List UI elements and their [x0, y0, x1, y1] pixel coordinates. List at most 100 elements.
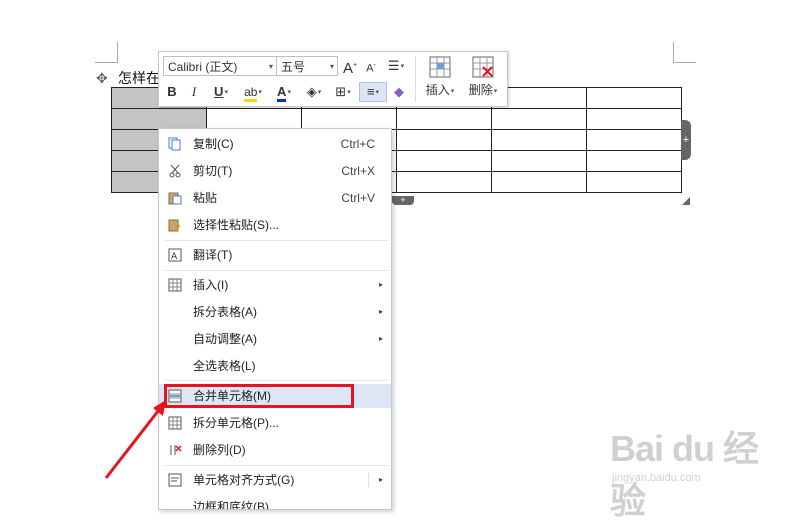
menu-item-label: 自动调整(A): [193, 332, 257, 346]
chevron-down-icon: ▾: [287, 88, 291, 96]
borders-button[interactable]: ⊞▾: [331, 82, 355, 102]
italic-button[interactable]: I: [187, 82, 201, 102]
grow-font-label: A: [342, 60, 353, 77]
table-icon: [168, 278, 182, 292]
menu-item-paste-special[interactable]: ? 选择性粘贴(S)...: [159, 213, 391, 237]
menu-separator: [165, 380, 387, 381]
menu-item-cell-alignment[interactable]: 单元格对齐方式(G) ▸: [159, 468, 391, 492]
align-button[interactable]: ≡▾: [359, 82, 387, 102]
menu-item-split-cells[interactable]: 拆分单元格(P)...: [159, 411, 391, 435]
insert-table-icon: [429, 56, 451, 78]
menu-item-label: 单元格对齐方式(G): [193, 473, 295, 487]
menu-item-label: 复制(C): [193, 137, 234, 151]
font-name-value: Calibri (正文): [168, 60, 238, 74]
menu-separator: [165, 270, 387, 271]
mini-toolbar: Calibri (正文) ▾ 五号 ▾ A+ A- ☰▾ B I U▾ ab▾ …: [158, 51, 508, 107]
menu-item-label: 粘贴: [193, 191, 218, 205]
delete-button[interactable]: 删除▾: [461, 56, 505, 98]
menu-item-translate[interactable]: A 翻译(T): [159, 243, 391, 267]
underline-button[interactable]: U▾: [209, 82, 233, 102]
font-name-select[interactable]: Calibri (正文) ▾: [163, 56, 277, 76]
menu-item-copy[interactable]: 复制(C) Ctrl+C: [159, 132, 391, 156]
eraser-icon: ◆: [394, 84, 404, 99]
menu-item-label: 剪切(T): [193, 164, 233, 178]
menu-item-label: 删除列(D): [193, 443, 246, 457]
menu-item-label: 拆分单元格(P)...: [193, 416, 279, 430]
font-color-button[interactable]: A▾: [271, 82, 297, 102]
menu-item-label: 插入(I): [193, 278, 229, 292]
highlight-button[interactable]: ab▾: [239, 82, 267, 102]
chevron-down-icon: ▾: [224, 88, 228, 96]
shading-button[interactable]: ◈▾: [301, 82, 327, 102]
grow-font-button[interactable]: A+: [342, 56, 358, 77]
menu-item-label: 全选表格(L): [193, 359, 256, 373]
table-move-handle[interactable]: ✥: [96, 71, 110, 85]
split-cells-icon: [168, 416, 182, 430]
chevron-down-icon: ▾: [375, 88, 380, 96]
menu-item-delete-column[interactable]: 删除列(D): [159, 438, 391, 462]
paste-special-icon: ?: [168, 219, 181, 232]
add-row-handle[interactable]: +: [681, 120, 691, 160]
line-spacing-button[interactable]: ☰▾: [383, 56, 409, 76]
submenu-arrow-icon: ▸: [378, 307, 383, 316]
insert-button[interactable]: 插入▾: [418, 56, 462, 98]
context-menu: 复制(C) Ctrl+C 剪切(T) Ctrl+X 粘贴 Ctrl+V ? 选择…: [158, 128, 392, 510]
cell-align-icon: [168, 473, 182, 487]
table-resize-handle[interactable]: [682, 197, 690, 205]
shrink-font-label: A: [366, 62, 374, 75]
menu-separator: [165, 465, 387, 466]
copy-icon: [168, 137, 181, 151]
toolbar-divider: [415, 56, 416, 102]
menu-item-split-table[interactable]: 拆分表格(A) ▸: [159, 300, 391, 324]
chevron-down-icon: ▾: [268, 62, 273, 71]
shrink-font-button[interactable]: A-: [363, 56, 379, 76]
chevron-down-icon: ▾: [317, 88, 322, 96]
border-grid-icon: ⊞: [335, 84, 347, 99]
menu-item-label: 拆分表格(A): [193, 305, 257, 319]
submenu-arrow-icon: ▸: [378, 475, 383, 484]
add-column-handle[interactable]: +: [392, 196, 414, 205]
font-color-icon: A: [277, 84, 287, 102]
chevron-down-icon: ▾: [347, 88, 351, 96]
page-corner-top-left: [95, 42, 118, 63]
menu-separator: [165, 240, 387, 241]
submenu-arrow-icon: ▸: [378, 280, 383, 289]
scissors-icon: [169, 164, 181, 178]
bold-button[interactable]: B: [165, 82, 179, 102]
menu-item-shortcut: Ctrl+V: [341, 191, 375, 205]
delete-column-icon: [170, 445, 182, 455]
document-heading: 怎样在: [118, 70, 160, 86]
line-spacing-icon: ☰: [387, 58, 400, 73]
menu-item-select-table[interactable]: 全选表格(L): [159, 354, 391, 378]
chevron-down-icon: ▾: [329, 62, 334, 71]
paint-bucket-icon: ◈: [306, 84, 317, 99]
page-corner-top-right: [673, 42, 696, 63]
highlight-icon: ab: [244, 85, 258, 102]
watermark-url: jingyan.baidu.com: [612, 472, 701, 484]
paste-icon: [168, 192, 182, 205]
menu-item-shortcut: Ctrl+X: [341, 164, 375, 178]
baidu-watermark: Bai du 经验 jingyan.baidu.com: [610, 420, 785, 521]
menu-submenu-divider: [368, 473, 369, 487]
insert-label: 插入▾: [425, 83, 455, 97]
menu-item-shortcut: Ctrl+C: [340, 137, 375, 151]
chevron-down-icon: ▾: [400, 62, 405, 70]
menu-item-paste[interactable]: 粘贴 Ctrl+V: [159, 186, 391, 210]
chevron-down-icon: ▾: [258, 88, 262, 96]
align-center-icon: ≡: [366, 84, 375, 99]
svg-text:?: ?: [176, 224, 181, 232]
underline-label: U: [214, 84, 224, 99]
submenu-arrow-icon: ▸: [378, 334, 383, 343]
font-size-select[interactable]: 五号 ▾: [276, 56, 338, 76]
delete-table-icon: [472, 56, 494, 78]
menu-item-label: 选择性粘贴(S)...: [193, 218, 279, 232]
format-painter-button[interactable]: ◆: [391, 82, 407, 102]
table-row: [111, 108, 682, 130]
menu-item-label: 翻译(T): [193, 248, 233, 262]
menu-item-autofit[interactable]: 自动调整(A) ▸: [159, 327, 391, 351]
highlight-box: [164, 384, 354, 408]
delete-label: 删除▾: [468, 83, 498, 97]
menu-item-cut[interactable]: 剪切(T) Ctrl+X: [159, 159, 391, 183]
red-arrow-annotation: [104, 400, 166, 479]
menu-item-insert[interactable]: 插入(I) ▸: [159, 273, 391, 297]
